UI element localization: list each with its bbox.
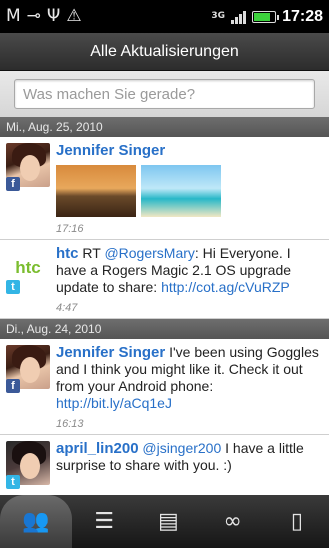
title-bar: Alle Aktualisierungen bbox=[0, 33, 329, 71]
tab-photos[interactable]: ▤ bbox=[136, 495, 200, 548]
feed-entry[interactable]: t april_lin200 @jsinger200 I have a litt… bbox=[0, 435, 329, 489]
photo-thumbnail[interactable] bbox=[56, 165, 136, 217]
author-name[interactable]: april_lin200 bbox=[56, 440, 139, 457]
gmail-icon: M bbox=[6, 6, 21, 26]
link-icon: ∞ bbox=[223, 509, 242, 534]
bottom-tab-bar: 👥 ☰ ▤ ∞ ▯ bbox=[0, 495, 329, 548]
signal-icon bbox=[231, 10, 247, 24]
contact-card-icon: ▯ bbox=[290, 509, 303, 534]
mention-link[interactable]: @RogersMary bbox=[104, 245, 194, 261]
tab-links[interactable]: ∞ bbox=[201, 495, 265, 548]
photo-thumbnail[interactable] bbox=[141, 165, 221, 217]
url-link[interactable]: http://bit.ly/aCq1eJ bbox=[56, 395, 172, 411]
page-title: Alle Aktualisierungen bbox=[90, 42, 239, 60]
tab-messages[interactable]: ☰ bbox=[72, 495, 136, 548]
feed-entry[interactable]: f Jennifer Singer 17:16 bbox=[0, 137, 329, 240]
usb-icon: Ψ bbox=[46, 6, 61, 26]
battery-icon bbox=[252, 10, 280, 23]
url-link[interactable]: http://cot.ag/cVuRZP bbox=[161, 279, 290, 295]
network-type: 3G bbox=[211, 11, 226, 21]
timestamp: 4:47 bbox=[56, 302, 78, 314]
mention-link[interactable]: @jsinger200 bbox=[139, 440, 221, 456]
voicemail-icon: ⊸ bbox=[26, 6, 41, 26]
people-icon: 👥 bbox=[22, 509, 50, 534]
status-bar: M ⊸ Ψ ⚠ 3G 17:28 bbox=[0, 0, 329, 33]
timestamp: 17:16 bbox=[56, 223, 84, 235]
twitter-icon: t bbox=[6, 280, 20, 294]
author-name[interactable]: htc bbox=[56, 245, 79, 262]
update-feed[interactable]: Mi., Aug. 25, 2010 f Jennifer Singer 17:… bbox=[0, 117, 329, 495]
facebook-icon: f bbox=[6, 177, 20, 191]
facebook-icon: f bbox=[6, 379, 20, 393]
tab-people[interactable]: 👥 bbox=[0, 495, 73, 548]
date-separator: Di., Aug. 24, 2010 bbox=[0, 319, 329, 339]
date-separator: Mi., Aug. 25, 2010 bbox=[0, 117, 329, 137]
compose-area: Was machen Sie gerade? bbox=[0, 71, 329, 117]
messages-icon: ☰ bbox=[94, 509, 115, 534]
author-name[interactable]: Jennifer Singer bbox=[56, 344, 165, 361]
tab-contact-card[interactable]: ▯ bbox=[265, 495, 329, 548]
feed-entry[interactable]: f Jennifer Singer I've been using Goggle… bbox=[0, 339, 329, 435]
feed-entry[interactable]: htc t htc RT @RogersMary: Hi Everyone. I… bbox=[0, 240, 329, 319]
author-name[interactable]: Jennifer Singer bbox=[56, 142, 165, 159]
photos-icon: ▤ bbox=[158, 509, 179, 534]
timestamp: 16:13 bbox=[56, 418, 84, 430]
warning-icon: ⚠ bbox=[66, 6, 82, 26]
twitter-icon: t bbox=[6, 475, 20, 489]
post-text: RT bbox=[78, 245, 105, 261]
status-update-input[interactable]: Was machen Sie gerade? bbox=[14, 79, 315, 109]
clock: 17:28 bbox=[282, 7, 323, 25]
